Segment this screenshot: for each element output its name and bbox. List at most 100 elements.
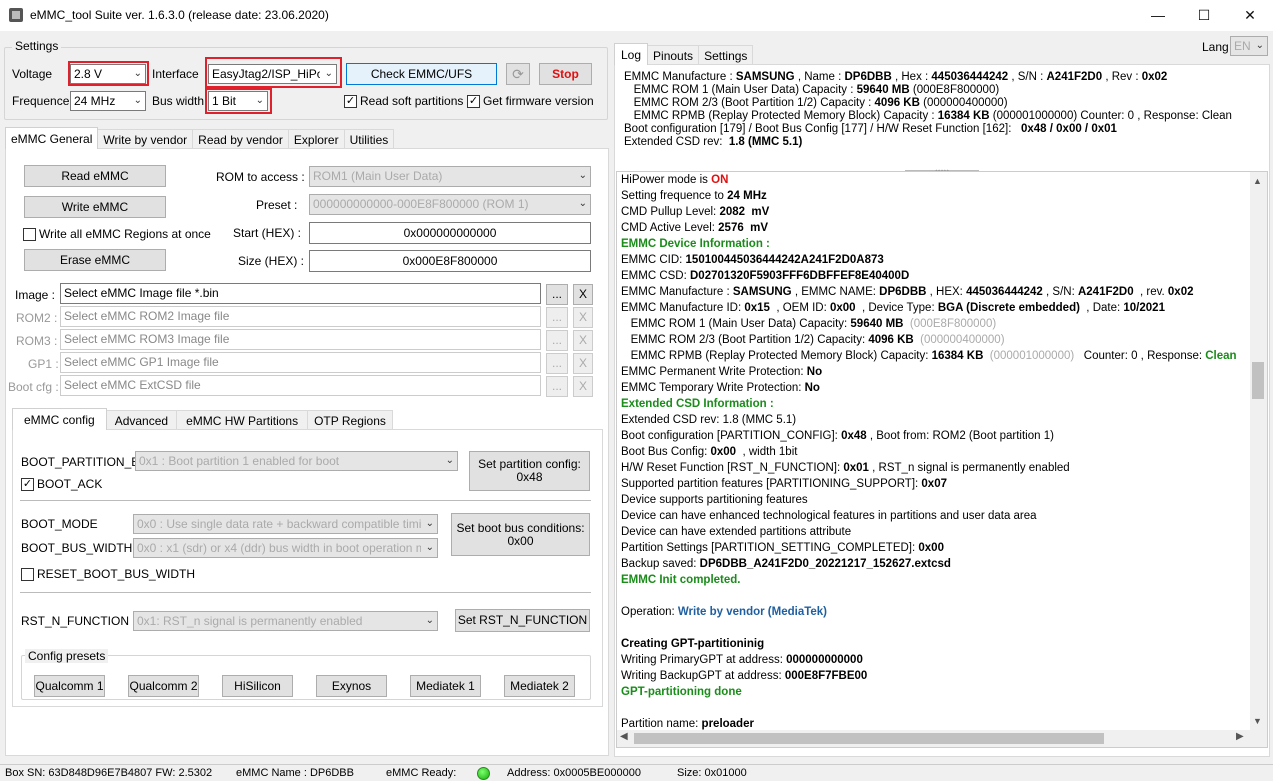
tab-settings[interactable]: Settings [698,45,754,65]
preset-label: Preset : [256,198,298,212]
tab-emmc-general[interactable]: eMMC General [5,127,99,149]
log-line: EMMC ROM 1 (Main User Data) Capacity: 59… [621,318,997,330]
log-line: EMMC Permanent Write Protection: No [621,366,823,378]
log-line: Operation: Write by vendor (MediaTek) [621,606,828,618]
chevron-down-icon: ⌄ [578,170,587,181]
preset-select[interactable]: 000000000000-000E8F800000 (ROM 1) ⌄ [309,194,591,215]
tab-utilities[interactable]: Utilities [343,129,395,149]
rom3-file-input[interactable]: Select eMMC ROM3 Image file [60,329,541,350]
rom3-browse-button[interactable]: ... [546,330,568,351]
read-soft-partitions-checkbox[interactable]: ✓ Read soft partitions [344,94,463,108]
set-partition-config-button[interactable]: Set partition config: 0x48 [469,451,590,491]
preset-exynos-button[interactable]: Exynos [316,675,387,697]
tab-emmc-hw-partitions[interactable]: eMMC HW Partitions [176,410,309,430]
vertical-scrollbar[interactable] [1250,172,1267,730]
log-line: EMMC Temporary Write Protection: No [621,382,820,394]
chevron-down-icon: ⌄ [425,542,434,553]
scroll-right-icon[interactable]: ▶ [1236,731,1244,742]
divider [20,592,591,593]
size-status: Size: 0x01000 [677,767,747,779]
start-label: Start (HEX) : [233,226,302,240]
scroll-left-icon[interactable]: ◀ [620,731,628,742]
interface-select[interactable]: EasyJtag2/ISP_HiPow⌄ [208,64,337,84]
write-emmc-button[interactable]: Write eMMC [24,196,166,218]
reset-boot-bus-width-checkbox[interactable]: RESET_BOOT_BUS_WIDTH [21,567,195,581]
preset-qualcomm-1-button[interactable]: Qualcomm 1 [34,675,105,697]
stop-button[interactable]: Stop [539,63,592,85]
boot-mode-label: BOOT_MODE [21,517,98,531]
refresh-icon[interactable]: ⟳ [506,63,530,85]
scroll-down-icon[interactable]: ▼ [1253,716,1262,726]
set-boot-bus-button[interactable]: Set boot bus conditions: 0x00 [451,513,590,556]
chevron-down-icon: ⌄ [133,68,142,79]
tab-read-by-vendor[interactable]: Read by vendor [192,129,289,149]
get-firmware-version-checkbox[interactable]: ✓ Get firmware version [467,94,594,108]
tab-pinouts[interactable]: Pinouts [647,45,700,65]
preset-hisilicon-button[interactable]: HiSilicon [222,675,293,697]
tab-write-by-vendor[interactable]: Write by vendor [97,129,194,149]
maximize-button[interactable]: ☐ [1181,0,1227,31]
chevron-down-icon: ⌄ [425,615,434,626]
horizontal-scroll-thumb[interactable] [634,733,1104,744]
boot-ack-checkbox[interactable]: ✓ BOOT_ACK [21,477,102,491]
read-emmc-button[interactable]: Read eMMC [24,165,166,187]
tab-advanced[interactable]: Advanced [105,410,178,430]
frequence-select[interactable]: 24 MHz ⌄ [70,91,146,111]
check-emmc-button[interactable]: Check EMMC/UFS [346,63,497,85]
log-line: GPT-partitioning done [621,686,742,698]
boot-cfg-clear-button[interactable]: X [573,376,593,397]
vertical-scroll-thumb[interactable] [1252,362,1264,399]
rom2-browse-button[interactable]: ... [546,307,568,328]
log-line: CMD Active Level: 2576 mV [621,222,769,234]
image-browse-button[interactable]: ... [546,284,568,305]
minimize-button[interactable]: — [1135,0,1181,31]
gp1-file-input[interactable]: Select eMMC GP1 Image file [60,352,541,373]
lang-select[interactable]: EN ⌄ [1230,36,1268,56]
rom2-clear-button[interactable]: X [573,307,593,328]
image-clear-button[interactable]: X [573,284,593,305]
image-file-input[interactable]: Select eMMC Image file *.bin [60,283,541,304]
boot-bus-width-select[interactable]: 0x0 : x1 (sdr) or x4 (ddr) bus width in … [133,538,438,558]
size-hex-input[interactable]: 0x000E8F800000 [309,250,591,272]
bus-width-select[interactable]: 1 Bit ⌄ [208,91,268,111]
rst-n-select[interactable]: 0x1: RST_n signal is permanently enabled… [133,611,438,631]
gp1-clear-button[interactable]: X [573,353,593,374]
write-all-regions-checkbox[interactable]: Write all eMMC Regions at once [23,227,211,241]
boot-partition-select[interactable]: 0x1 : Boot partition 1 enabled for boot ⌄ [135,451,458,471]
boot-cfg-file-input[interactable]: Select eMMC ExtCSD file [60,375,541,396]
set-rst-n-button[interactable]: Set RST_N_FUNCTION [455,609,590,632]
log-line: Extended CSD rev: 1.8 (MMC 5.1) [621,414,797,426]
rom2-file-input[interactable]: Select eMMC ROM2 Image file [60,306,541,327]
tab-log[interactable]: Log [614,43,649,65]
tab-emmc-config[interactable]: eMMC config [12,408,107,430]
chevron-down-icon: ⌄ [578,198,587,209]
preset-qualcomm-2-button[interactable]: Qualcomm 2 [128,675,199,697]
boot-cfg-browse-button[interactable]: ... [546,376,568,397]
erase-emmc-button[interactable]: Erase eMMC [24,249,166,271]
preset-mediatek-1-button[interactable]: Mediatek 1 [410,675,481,697]
rom-select[interactable]: ROM1 (Main User Data) ⌄ [309,166,591,187]
scroll-up-icon[interactable]: ▲ [1253,176,1262,186]
rom-label: ROM to access : [216,170,305,184]
gp1-browse-button[interactable]: ... [546,353,568,374]
main-tabs: eMMC General Write by vendor Read by ven… [5,127,395,149]
rom3-clear-button[interactable]: X [573,330,593,351]
tab-explorer[interactable]: Explorer [287,129,345,149]
summary-line: Extended CSD rev: 1.8 (MMC 5.1) [624,136,803,148]
preset-mediatek-2-button[interactable]: Mediatek 2 [504,675,575,697]
start-hex-input[interactable]: 0x000000000000 [309,222,591,244]
config-presets-legend: Config presets [25,649,109,663]
log-line: Setting frequence to 24 MHz [621,190,767,202]
voltage-select[interactable]: 2.8 V ⌄ [70,64,146,84]
log-line: Creating GPT-partitioninig [621,638,765,650]
config-tabs: eMMC config Advanced eMMC HW Partitions … [12,408,393,430]
close-button[interactable]: ✕ [1227,0,1273,31]
log-line: Writing PrimaryGPT at address: 000000000… [621,654,863,666]
interface-label: Interface [152,67,199,81]
tab-otp-regions[interactable]: OTP Regions [307,410,393,430]
boot-mode-select[interactable]: 0x0 : Use single data rate + backward co… [133,514,438,534]
frequence-label: Frequence [12,94,70,108]
